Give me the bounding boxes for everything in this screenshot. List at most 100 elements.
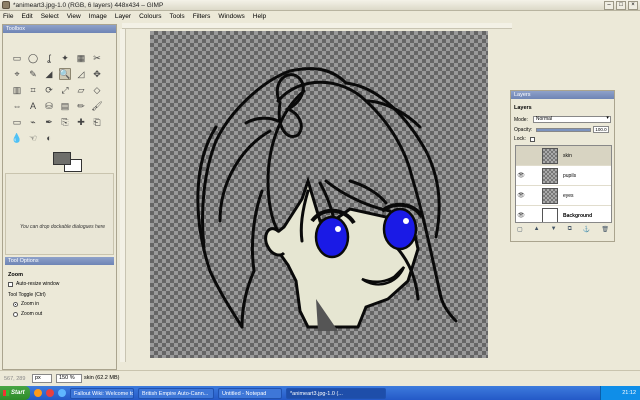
- smudge-icon[interactable]: ☜: [27, 132, 39, 144]
- color-picker-icon[interactable]: ◢: [43, 68, 55, 80]
- maximize-button[interactable]: □: [616, 1, 626, 10]
- move-icon[interactable]: ✥: [91, 68, 103, 80]
- zoom-select[interactable]: 150 %: [56, 374, 82, 383]
- clone-icon[interactable]: ⎘: [59, 116, 71, 128]
- lower-layer-icon[interactable]: ▼: [551, 226, 557, 233]
- airbrush-icon[interactable]: ⌁: [27, 116, 39, 128]
- anime-drawing[interactable]: [150, 31, 488, 358]
- taskbar-task[interactable]: Fallout Wiki: Welcome to ...: [70, 387, 134, 399]
- taskbar-task[interactable]: British Empire Auto-Cann...: [138, 387, 214, 399]
- menu-help[interactable]: Help: [253, 13, 266, 20]
- rect-select-icon[interactable]: ▭: [11, 52, 23, 64]
- quick-launch: [34, 389, 66, 397]
- eye-icon[interactable]: 👁: [516, 212, 526, 219]
- raise-layer-icon[interactable]: ▲: [534, 226, 540, 233]
- foreground-color-swatch[interactable]: [53, 152, 71, 165]
- measure-icon[interactable]: ◿: [75, 68, 87, 80]
- layers-dock-title: Layers: [511, 91, 614, 99]
- system-tray: 21:12: [600, 386, 640, 400]
- perspective-icon[interactable]: ◇: [91, 84, 103, 96]
- lock-label: Lock:: [514, 136, 526, 142]
- start-button[interactable]: Start: [0, 386, 30, 400]
- unit-select[interactable]: px: [32, 374, 52, 383]
- auto-resize-row[interactable]: Auto-resize window: [8, 281, 59, 287]
- zoom-out-row[interactable]: Zoom out: [13, 311, 42, 317]
- zoom-in-row[interactable]: Zoom in: [13, 301, 39, 307]
- browser-icon[interactable]: [34, 389, 42, 397]
- new-layer-icon[interactable]: ▢: [517, 226, 523, 233]
- media-icon[interactable]: [46, 389, 54, 397]
- horizontal-ruler[interactable]: [122, 23, 512, 29]
- delete-layer-icon[interactable]: 🗑: [601, 226, 609, 233]
- windows-logo-icon: [3, 390, 9, 396]
- menu-edit[interactable]: Edit: [21, 13, 32, 20]
- dock-hint-text: You can drop dockable dialogues here: [20, 224, 106, 230]
- menu-view[interactable]: View: [67, 13, 81, 20]
- mode-select[interactable]: Normal: [532, 116, 611, 123]
- pencil-icon[interactable]: ✏: [75, 100, 87, 112]
- layer-row[interactable]: 👁 Background: [516, 206, 611, 222]
- eraser-icon[interactable]: ▭: [11, 116, 23, 128]
- shear-icon[interactable]: ▱: [75, 84, 87, 96]
- duplicate-layer-icon[interactable]: ⧉: [568, 226, 572, 233]
- dodge-burn-icon[interactable]: ◐: [43, 132, 55, 144]
- ellipse-select-icon[interactable]: ◯: [27, 52, 39, 64]
- bucket-fill-icon[interactable]: ⛁: [43, 100, 55, 112]
- minimize-button[interactable]: –: [604, 1, 614, 10]
- left-eye-shine: [335, 226, 341, 232]
- mode-label: Mode:: [514, 116, 528, 123]
- layer-name: pupils: [563, 172, 577, 179]
- lock-alpha-checkbox[interactable]: [529, 136, 535, 142]
- ink-icon[interactable]: ✒: [43, 116, 55, 128]
- paintbrush-icon[interactable]: 🖌: [91, 100, 103, 112]
- perspective-clone-icon[interactable]: ⎗: [91, 116, 103, 128]
- opacity-value[interactable]: 100.0: [593, 126, 610, 133]
- menu-windows[interactable]: Windows: [218, 13, 244, 20]
- crop-icon[interactable]: ⌗: [27, 84, 39, 96]
- zoom-in-radio[interactable]: [13, 301, 18, 307]
- vertical-ruler[interactable]: [120, 29, 126, 362]
- paths-icon[interactable]: ✎: [27, 68, 39, 80]
- toolbox-header: Toolbox: [3, 25, 116, 33]
- auto-resize-checkbox[interactable]: [8, 281, 13, 287]
- lock-row: Lock:: [514, 136, 535, 142]
- opacity-slider[interactable]: [536, 127, 592, 132]
- text-icon[interactable]: A: [27, 100, 39, 112]
- anchor-layer-icon[interactable]: ⚓: [583, 226, 590, 233]
- zoom-in-label: Zoom in: [21, 301, 40, 307]
- layer-thumbnail: [542, 207, 558, 222]
- heal-icon[interactable]: ✚: [75, 116, 87, 128]
- title-bar: *animeart3.jpg-1.0 (RGB, 6 layers) 448x4…: [0, 0, 640, 11]
- align-icon[interactable]: ▥: [11, 84, 23, 96]
- zoom-out-radio[interactable]: [13, 311, 18, 317]
- menu-tools[interactable]: Tools: [170, 13, 185, 20]
- menu-layer[interactable]: Layer: [115, 13, 131, 20]
- eye-icon[interactable]: 👁: [516, 192, 526, 199]
- ie-icon[interactable]: [58, 389, 66, 397]
- scissors-icon[interactable]: ✂: [91, 52, 103, 64]
- rotate-icon[interactable]: ⟳: [43, 84, 55, 96]
- blend-icon[interactable]: ▤: [59, 100, 71, 112]
- zoom-icon[interactable]: 🔍: [59, 68, 71, 80]
- taskbar-task[interactable]: *animeart3.jpg-1.0 (...: [286, 387, 386, 399]
- layer-thumbnail: [542, 167, 558, 184]
- select-by-color-icon[interactable]: ▦: [75, 52, 87, 64]
- taskbar-task[interactable]: Untitled - Notepad: [218, 387, 282, 399]
- fuzzy-select-icon[interactable]: ✦: [59, 52, 71, 64]
- menu-colours[interactable]: Colours: [139, 13, 161, 20]
- layer-row[interactable]: 👁 pupils: [516, 166, 611, 186]
- layer-row[interactable]: skin: [516, 146, 611, 166]
- eye-icon[interactable]: 👁: [516, 172, 526, 179]
- scale-icon[interactable]: ⤢: [59, 84, 71, 96]
- menu-select[interactable]: Select: [41, 13, 59, 20]
- free-select-icon[interactable]: ʆ: [43, 52, 55, 64]
- flip-icon[interactable]: ⇔: [11, 100, 23, 112]
- close-button[interactable]: ×: [628, 1, 638, 10]
- menu-file[interactable]: File: [3, 13, 13, 20]
- tool-toggle-label-row: Tool Toggle (Ctrl): [8, 292, 46, 298]
- menu-image[interactable]: Image: [89, 13, 107, 20]
- layer-row[interactable]: 👁 eyes: [516, 186, 611, 206]
- menu-filters[interactable]: Filters: [193, 13, 211, 20]
- blur-icon[interactable]: 💧: [11, 132, 23, 144]
- foreground-select-icon[interactable]: ⌖: [11, 68, 23, 80]
